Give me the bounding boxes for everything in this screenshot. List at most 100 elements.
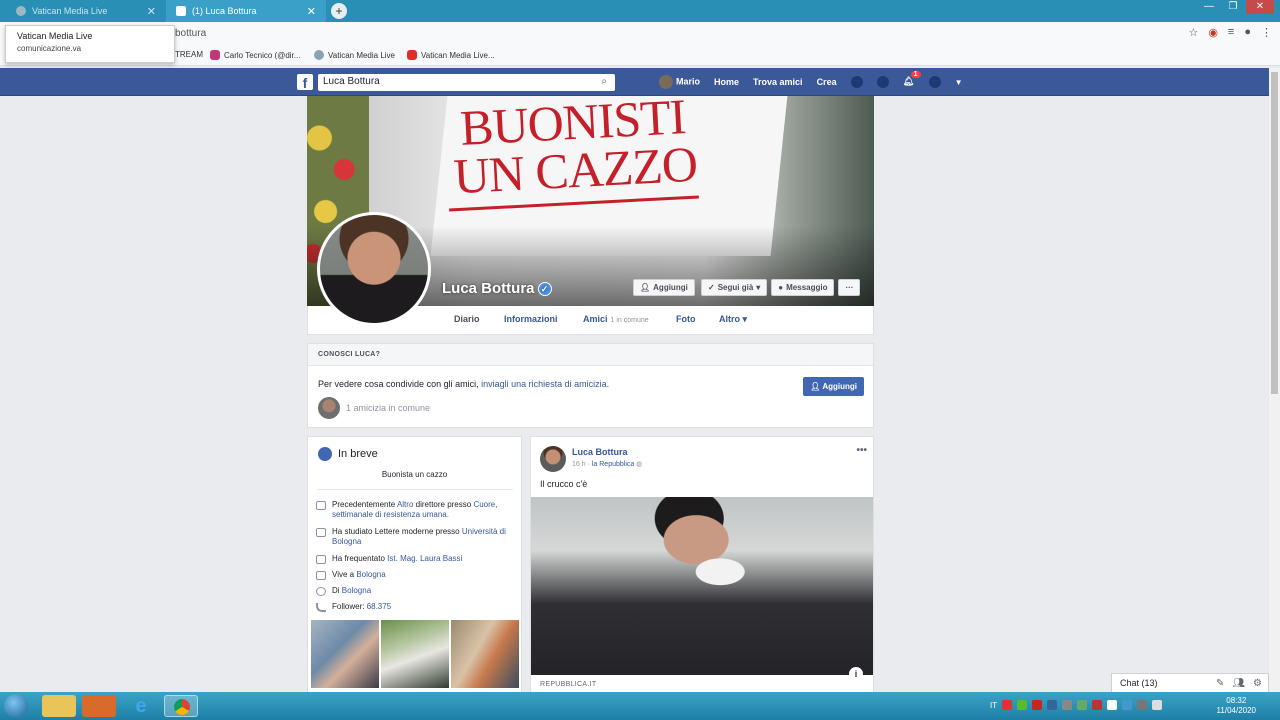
verified-badge-icon: ✓ (537, 282, 552, 297)
gear-icon[interactable]: ⚙ (1253, 678, 1262, 689)
tray-app-icon[interactable] (1062, 700, 1073, 710)
file-explorer-icon[interactable] (42, 695, 76, 717)
tab-photos[interactable]: Foto (676, 314, 696, 324)
page-scrollbar[interactable] (1269, 68, 1280, 692)
nav-find-friends[interactable]: Trova amici (753, 77, 803, 87)
tab-more[interactable]: Altro ▾ (719, 314, 747, 325)
tab-luca-bottura[interactable]: (1) Luca Bottura ✕ (166, 0, 326, 22)
internet-explorer-icon[interactable]: e (124, 695, 158, 717)
intro-title: In breve (318, 447, 378, 461)
group-icon[interactable]: 👥︎ (1232, 678, 1245, 689)
mutual-friends[interactable]: 1 amicizia in comune (318, 397, 430, 419)
post-source-link[interactable]: la Repubblica (592, 461, 634, 468)
tray-app-icon[interactable] (1077, 700, 1088, 710)
tab-timeline[interactable]: Diario (454, 314, 480, 324)
minimize-icon[interactable]: — (1198, 0, 1220, 14)
cover-actions: 👤︎ Aggiungi (633, 279, 695, 296)
maximize-icon[interactable]: ❐ (1222, 0, 1244, 14)
facebook-logo-icon[interactable]: f (297, 74, 313, 91)
post-text: Il crucco c'è (540, 479, 588, 489)
messenger-icon[interactable] (876, 76, 889, 88)
follow-button[interactable]: ✓ Segui già ▾ (701, 279, 768, 296)
extension-icon[interactable]: ◉ (1208, 26, 1218, 39)
star-icon[interactable]: ☆ (1188, 26, 1198, 39)
nav-profile[interactable]: Mario (659, 75, 700, 89)
tab-vatican-media-live[interactable]: Vatican Media Live ✕ (6, 0, 166, 22)
profile-name: Luca Bottura ✓ (442, 280, 552, 297)
media-player-icon[interactable] (82, 695, 116, 717)
add-friend-button-2[interactable]: 👤︎ Aggiungi (803, 377, 864, 396)
menu-kebab-icon[interactable]: ⋮ (1261, 26, 1272, 39)
address-bar[interactable]: bottura ☆ ◉ ≡ ● ⋮ (0, 22, 1280, 46)
scrollbar-thumb[interactable] (1271, 72, 1278, 394)
chrome-taskbar-button[interactable] (164, 695, 198, 717)
bookmark-vatican[interactable]: Vatican Media Live (314, 50, 395, 60)
windows-taskbar: e IT 08:32 11/04/2020 (0, 692, 1280, 720)
intro-bio: Buonista un cazzo (381, 470, 448, 479)
volume-icon[interactable] (1152, 700, 1163, 710)
tray-app-icon[interactable] (1122, 700, 1133, 710)
tray-app-icon[interactable] (1047, 700, 1058, 710)
vatican-icon (314, 50, 324, 60)
bookmark-instagram[interactable]: Carlo Tecnico (@dir... (210, 50, 300, 60)
post-link-domain[interactable]: REPUBBLICA.IT (540, 681, 596, 688)
nav-create[interactable]: Crea (817, 77, 837, 87)
friend-requests-icon[interactable] (850, 76, 863, 88)
nav-home[interactable]: Home (714, 77, 739, 87)
photo-thumbnail[interactable] (451, 620, 519, 688)
tray-app-icon[interactable] (1002, 700, 1013, 710)
info-icon[interactable]: i (849, 667, 863, 681)
globe-icon: ◍ (636, 461, 643, 468)
url-text[interactable]: bottura (175, 28, 206, 39)
search-input[interactable]: Luca Bottura ⌕ (318, 74, 615, 91)
help-icon[interactable] (928, 76, 941, 88)
add-friend-button[interactable]: 👤︎ Aggiungi (633, 279, 695, 296)
avatar (659, 75, 673, 89)
close-tab-icon[interactable]: ✕ (307, 5, 316, 18)
tray-app-icon[interactable] (1017, 700, 1028, 710)
post-card: Luca Bottura 16 h · la Repubblica ◍ ••• … (530, 436, 874, 694)
window-close-icon[interactable]: ✕ (1246, 0, 1274, 14)
post-author-avatar[interactable] (540, 446, 566, 472)
profile-icon[interactable]: ● (1244, 26, 1251, 39)
post-link-image[interactable] (531, 497, 873, 675)
photo-grid (311, 620, 519, 688)
intro-item-school: Ha frequentato Ist. Mag. Laura Bassi (316, 554, 511, 564)
more-options-button[interactable]: ··· (838, 279, 861, 296)
tab-tooltip: Vatican Media Live comunicazione.va (5, 25, 175, 63)
photo-thumbnail[interactable] (381, 620, 449, 688)
network-icon[interactable] (1137, 700, 1148, 710)
message-button[interactable]: ● Messaggio (771, 279, 835, 296)
youtube-icon (407, 50, 417, 60)
clock[interactable]: 08:32 11/04/2020 (1217, 696, 1256, 716)
bookmark-youtube[interactable]: Vatican Media Live... (407, 50, 495, 60)
close-tab-icon[interactable]: ✕ (147, 5, 156, 18)
notification-badge: 1 (910, 71, 921, 78)
cover-actions-2: ✓ Segui già ▾ ● Messaggio ··· (701, 279, 861, 296)
notifications-icon[interactable]: 🔔︎ 1 (903, 71, 921, 88)
chat-bar[interactable]: Chat (13) ✎ 👥︎ ⚙ (1111, 673, 1269, 693)
start-button[interactable] (4, 694, 28, 718)
flag-icon[interactable] (1107, 700, 1118, 710)
fb-nav: Mario Home Trova amici Crea 🔔︎ 1 ▼ (659, 71, 963, 89)
tray-app-icon[interactable] (1092, 700, 1103, 710)
photo-thumbnail[interactable] (311, 620, 379, 688)
divider (318, 489, 513, 490)
bookmark-stream[interactable]: TREAM (175, 50, 203, 59)
home-icon (316, 571, 326, 580)
intro-card: In breve Buonista un cazzo Precedentemen… (307, 436, 522, 694)
post-options-icon[interactable]: ••• (856, 445, 867, 456)
account-dropdown-icon[interactable]: ▼ (955, 78, 963, 87)
tab-friends[interactable]: Amici 1 in comune (583, 314, 649, 324)
language-indicator[interactable]: IT (990, 701, 997, 710)
tray-app-icon[interactable] (1032, 700, 1043, 710)
new-tab-button[interactable]: + (331, 3, 347, 19)
post-author[interactable]: Luca Bottura (572, 447, 628, 457)
friend-request-link[interactable]: inviagli una richiesta di amicizia. (481, 379, 609, 389)
media-control-icon[interactable]: ≡ (1228, 26, 1234, 39)
profile-picture[interactable] (317, 212, 431, 326)
tab-about[interactable]: Informazioni (504, 314, 558, 324)
search-icon[interactable]: ⌕ (601, 76, 607, 87)
post-time[interactable]: 16 h (572, 461, 586, 468)
new-message-icon[interactable]: ✎ (1216, 678, 1224, 689)
